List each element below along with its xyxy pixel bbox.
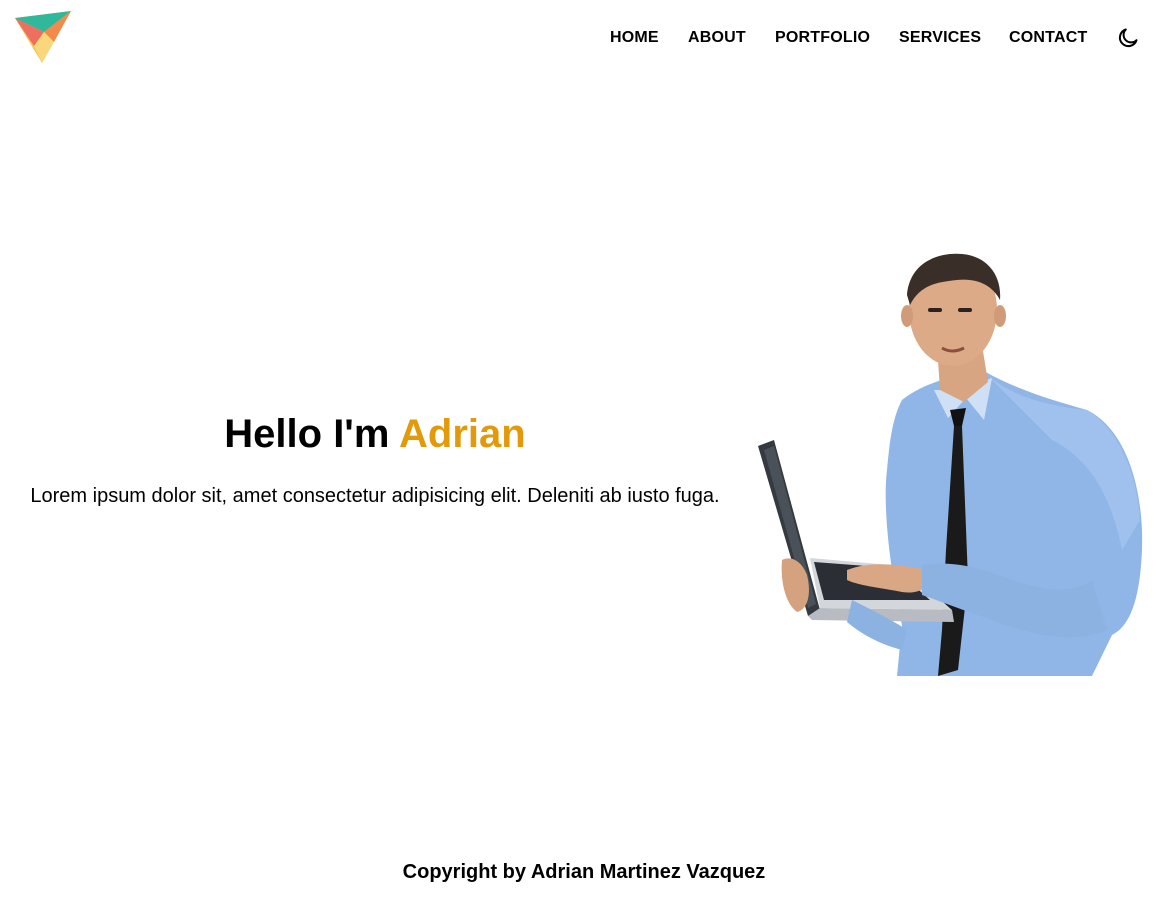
moon-icon [1118,28,1138,48]
hero-subtitle: Lorem ipsum dolor sit, amet consectetur … [30,485,720,507]
site-footer: Copyright by Adrian Martinez Vazquez [0,860,1168,884]
hero-name: Adrian [399,412,526,456]
main-nav: HOME ABOUT PORTFOLIO SERVICES CONTACT [0,28,1168,50]
copyright-text: Copyright by Adrian Martinez Vazquez [402,861,766,883]
hero-section: Hello I'm Adrian Lorem ipsum dolor sit, … [0,410,750,508]
page: HOME ABOUT PORTFOLIO SERVICES CONTACT He… [0,0,1168,913]
nav-services[interactable]: SERVICES [899,28,981,48]
hero-greeting: Hello I'm [224,412,390,456]
nav-contact[interactable]: CONTACT [1009,28,1087,48]
hero-portrait-image [752,250,1148,676]
theme-toggle-button[interactable] [1116,26,1140,50]
nav-about[interactable]: ABOUT [688,28,746,48]
hero-title: Hello I'm Adrian [0,410,750,458]
site-header: HOME ABOUT PORTFOLIO SERVICES CONTACT [0,0,1168,76]
nav-portfolio[interactable]: PORTFOLIO [775,28,870,48]
nav-home[interactable]: HOME [610,28,659,48]
